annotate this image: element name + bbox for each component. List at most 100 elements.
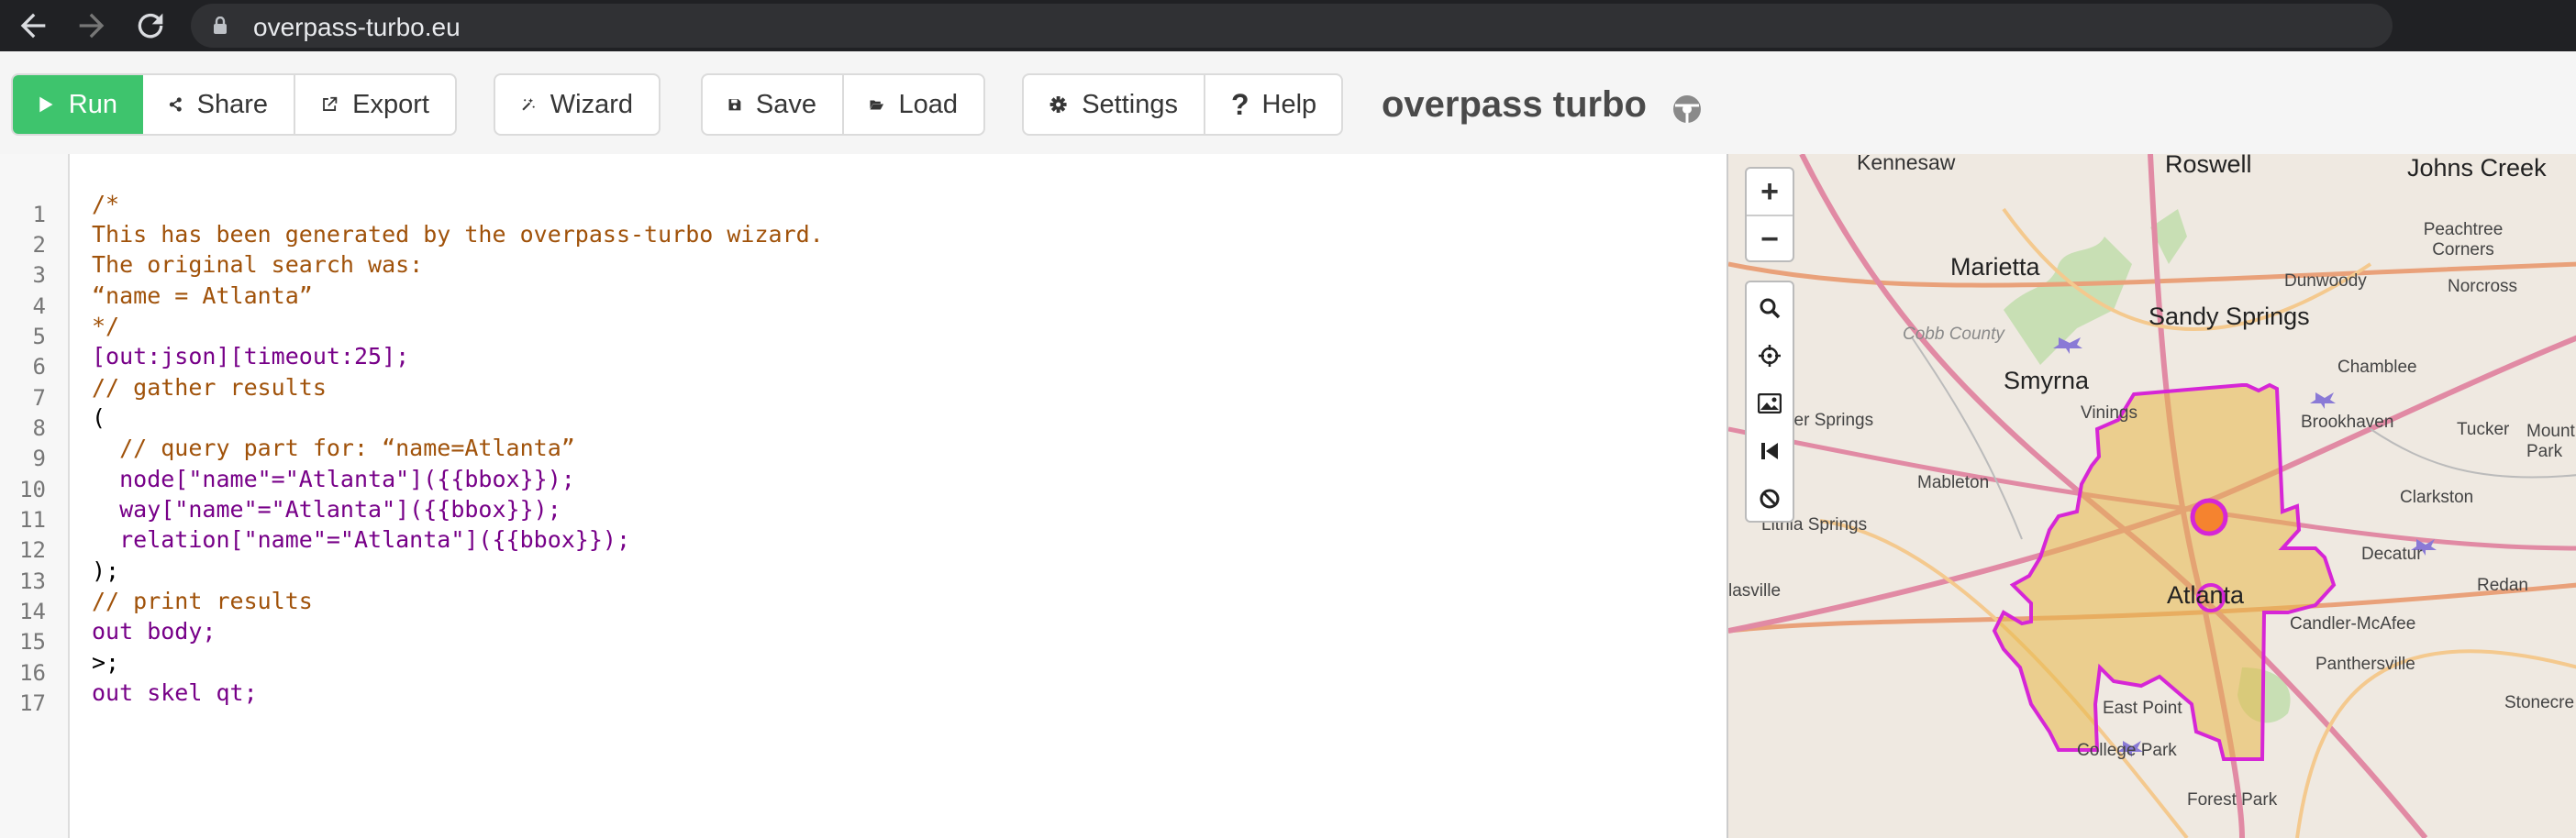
gear-icon xyxy=(1049,96,1067,113)
code-line: [out:json][timeout:25]; xyxy=(92,343,410,369)
map-label: Decatur xyxy=(2361,545,2423,564)
zoom-in-button[interactable]: + xyxy=(1747,169,1793,215)
map-label: Mount Park xyxy=(2526,422,2575,461)
line-number: 14 xyxy=(19,599,46,624)
browser-bar: overpass-turbo.eu xyxy=(0,0,2576,51)
load-button[interactable]: Load xyxy=(844,75,983,134)
line-number: 15 xyxy=(19,629,46,655)
code-line: “name = Atlanta” xyxy=(92,282,313,309)
code-line: out skel qt; xyxy=(92,679,258,706)
load-label: Load xyxy=(898,89,958,119)
code-line: /* xyxy=(92,191,120,217)
map-label: Mableton xyxy=(1917,473,1990,492)
map-label: Atlanta xyxy=(2167,581,2245,609)
wizard-label: Wizard xyxy=(550,89,633,119)
wizard-button[interactable]: Wizard xyxy=(495,75,659,134)
save-label: Save xyxy=(755,89,816,119)
line-number: 4 xyxy=(32,293,46,319)
map-label: Johns Creek xyxy=(2407,154,2547,182)
settings-button[interactable]: Settings xyxy=(1024,75,1205,134)
code-line: The original search was: xyxy=(92,251,424,278)
share-icon xyxy=(169,97,182,112)
help-label: Help xyxy=(1261,89,1317,119)
external-link-icon xyxy=(323,96,338,111)
play-icon xyxy=(39,96,53,113)
help-button[interactable]: ? Help xyxy=(1205,75,1341,134)
export-button[interactable]: Export xyxy=(295,75,455,134)
share-label: Share xyxy=(196,89,268,119)
search-icon[interactable] xyxy=(1747,284,1793,332)
line-number: 16 xyxy=(19,660,46,686)
line-number: 2 xyxy=(32,232,46,258)
url-text: overpass-turbo.eu xyxy=(253,13,461,41)
line-number: 9 xyxy=(32,446,46,471)
map-label: College Park xyxy=(2077,741,2177,760)
map-label: Vinings xyxy=(2081,403,2137,423)
overpass-logo-icon xyxy=(1673,95,1701,123)
line-number-gutter: 1 2 3 4 5 6 7 8 9 10 11 12 13 14 15 16 1… xyxy=(0,154,70,838)
map-label: Panthersville xyxy=(2315,655,2415,674)
map-label: Stonecre xyxy=(2504,693,2575,712)
code-line: >; xyxy=(92,649,120,676)
back-arrow-icon[interactable] xyxy=(15,7,51,44)
map-label: Forest Park xyxy=(2187,790,2278,810)
block-icon[interactable] xyxy=(1747,475,1793,523)
line-number: 10 xyxy=(19,477,46,502)
save-load-group: Save Load xyxy=(701,73,985,136)
folder-open-icon xyxy=(870,100,884,110)
forward-arrow-icon[interactable] xyxy=(73,7,110,44)
code-line: ( xyxy=(92,404,106,431)
code-line: node["name"="Atlanta"]({{bbox}}); xyxy=(92,466,575,492)
code-line: ); xyxy=(92,557,120,584)
code-line: // gather results xyxy=(92,374,327,401)
line-number: 11 xyxy=(19,507,46,533)
map-label: Candler-McAfee xyxy=(2290,614,2416,634)
code-line: relation["name"="Atlanta"]({{bbox}}); xyxy=(92,526,630,553)
code-line: This has been generated by the overpass-… xyxy=(92,221,824,248)
lock-icon xyxy=(214,17,227,34)
map-label: Redan xyxy=(2477,576,2528,595)
map-label: Roswell xyxy=(2165,154,2252,178)
map-view[interactable]: Kennesaw Roswell Johns Creek Marietta Pe… xyxy=(1727,154,2576,838)
map-label: Dunwoody xyxy=(2284,271,2367,291)
export-label: Export xyxy=(352,89,429,119)
code-line: out body; xyxy=(92,618,217,645)
map-label: Smyrna xyxy=(2004,367,2090,394)
run-button[interactable]: Run xyxy=(13,75,143,134)
question-mark-icon: ? xyxy=(1231,87,1249,121)
reload-icon[interactable] xyxy=(132,7,169,44)
line-number: 17 xyxy=(19,690,46,716)
atlanta-node-marker xyxy=(2190,498,2228,536)
code-line: // query part for: “name=Atlanta” xyxy=(92,435,575,461)
map-label: lasville xyxy=(1728,581,1782,601)
map-label: Marietta xyxy=(1950,253,2040,281)
map-label: Tucker xyxy=(2457,420,2510,439)
zoom-out-button[interactable]: − xyxy=(1747,216,1793,262)
run-label: Run xyxy=(68,89,117,119)
code-line: */ xyxy=(92,313,120,339)
share-button[interactable]: Share xyxy=(143,75,295,134)
map-tools-control xyxy=(1745,281,1794,523)
save-button[interactable]: Save xyxy=(703,75,844,134)
app-title: overpass turbo xyxy=(1382,84,1647,125)
crosshair-icon[interactable] xyxy=(1747,332,1793,380)
line-number: 7 xyxy=(32,385,46,411)
settings-label: Settings xyxy=(1082,89,1178,119)
line-number: 6 xyxy=(32,354,46,380)
settings-help-group: Settings ? Help xyxy=(1022,73,1343,136)
line-number: 13 xyxy=(19,568,46,594)
wizard-group: Wizard xyxy=(494,73,661,136)
address-bar[interactable]: overpass-turbo.eu xyxy=(191,4,2393,48)
map-label: Brookhaven xyxy=(2301,413,2394,432)
map-label: Norcross xyxy=(2448,277,2518,296)
image-icon[interactable] xyxy=(1747,380,1793,427)
zoom-control: + − xyxy=(1745,167,1794,262)
code-line: way["name"="Atlanta"]({{bbox}}); xyxy=(92,496,561,523)
run-share-export-group: Run Share Export xyxy=(11,73,457,136)
map-label: Clarkston xyxy=(2400,488,2474,507)
map-label: Sandy Springs xyxy=(2149,303,2310,330)
map-label: Chamblee xyxy=(2337,358,2417,377)
skip-back-icon[interactable] xyxy=(1747,427,1793,475)
map-label: Peachtree Corners xyxy=(2423,220,2504,259)
map-label: East Point xyxy=(2103,699,2182,718)
